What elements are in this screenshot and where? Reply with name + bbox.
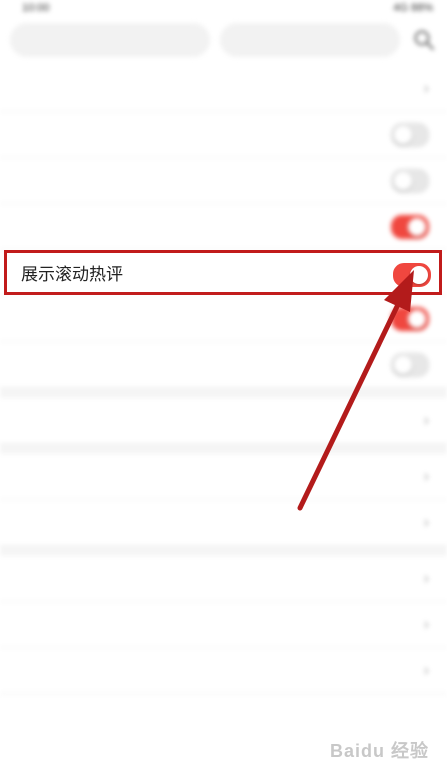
toggle-switch[interactable]: [391, 168, 429, 193]
chevron-right-icon: ›: [423, 615, 429, 633]
status-indicators: 4G 88%: [393, 2, 433, 14]
settings-row[interactable]: [0, 158, 447, 204]
chevron-right-icon: ›: [423, 411, 429, 429]
chevron-right-icon: ›: [423, 513, 429, 531]
settings-row[interactable]: ›: [0, 454, 447, 500]
section-divider: [0, 388, 447, 398]
settings-row[interactable]: ›: [0, 66, 447, 112]
scrolling-comments-toggle[interactable]: [393, 263, 431, 287]
settings-row[interactable]: [0, 112, 447, 158]
toggle-knob: [408, 309, 426, 328]
search-icon[interactable]: [413, 29, 435, 51]
settings-row[interactable]: [0, 296, 447, 342]
settings-row[interactable]: [0, 342, 447, 388]
status-time: 10:00: [22, 2, 50, 14]
chevron-right-icon: ›: [423, 467, 429, 485]
settings-row[interactable]: ›: [0, 398, 447, 444]
toggle-knob: [394, 355, 412, 374]
section-divider: [0, 546, 447, 556]
status-bar: 10:00 4G 88%: [0, 0, 447, 18]
chevron-right-icon: ›: [423, 79, 429, 97]
tab-right[interactable]: [220, 23, 400, 57]
toggle-knob: [394, 125, 412, 144]
settings-row[interactable]: ›: [0, 500, 447, 546]
blurred-background: 10:00 4G 88% › › › › › › ›: [0, 0, 447, 777]
toggle-switch[interactable]: [391, 352, 429, 377]
settings-screen: 10:00 4G 88% › › › › › › › 展示滚动热评 Baidu …: [0, 0, 447, 777]
toggle-switch[interactable]: [391, 306, 429, 331]
watermark-logo: Baidu 经验: [329, 741, 429, 761]
toggle-switch[interactable]: [391, 122, 429, 147]
top-bar: [0, 18, 447, 62]
toggle-switch[interactable]: [391, 214, 429, 239]
highlighted-setting-row[interactable]: 展示滚动热评: [4, 250, 442, 295]
settings-row[interactable]: ›: [0, 602, 447, 648]
settings-list: › › › › › › ›: [0, 66, 447, 694]
toggle-knob: [394, 171, 412, 190]
chevron-right-icon: ›: [423, 661, 429, 679]
row-label-show-scrolling-comments: 展示滚动热评: [21, 265, 123, 284]
section-divider: [0, 444, 447, 454]
tab-left[interactable]: [10, 23, 210, 57]
toggle-knob: [410, 266, 428, 284]
chevron-right-icon: ›: [423, 569, 429, 587]
settings-row[interactable]: ›: [0, 648, 447, 694]
settings-row[interactable]: [0, 204, 447, 250]
toggle-knob: [408, 217, 426, 236]
settings-row[interactable]: ›: [0, 556, 447, 602]
